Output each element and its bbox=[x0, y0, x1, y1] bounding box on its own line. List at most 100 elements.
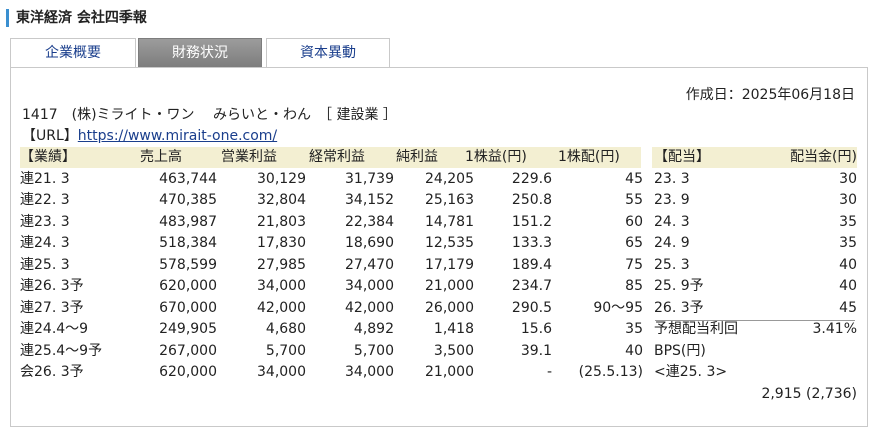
value-cell: 45 bbox=[625, 170, 643, 187]
created-date: 作成日：2025年06月18日 bbox=[685, 87, 855, 103]
value-cell: 35 bbox=[625, 321, 643, 337]
value-cell: 17,179 bbox=[425, 256, 474, 273]
table-row: 連25.4～9予 267,000 5,700 5,700 3,500 39.1 40 BPS(… bbox=[20, 341, 855, 362]
value-cell: 85 bbox=[625, 278, 643, 294]
value-cell: 4,680 bbox=[265, 321, 306, 337]
value-cell: 14,781 bbox=[425, 213, 474, 230]
period-cell: 連26. 3予 bbox=[20, 278, 84, 294]
value-cell: 133.3 bbox=[511, 235, 552, 251]
url-line: 【URL】https://www.mirait-one.com/ bbox=[22, 125, 277, 145]
performance-header-cell: 1株益(円) bbox=[465, 149, 527, 165]
value-cell: 290.5 bbox=[511, 299, 552, 316]
value-cell: 34,000 bbox=[345, 364, 394, 380]
value-cell: 24,205 bbox=[425, 170, 474, 187]
dividend-value-cell: 30 bbox=[839, 192, 857, 208]
value-cell: 39.1 bbox=[520, 342, 552, 359]
dividend-period-cell: 25. 3 bbox=[654, 256, 690, 273]
table-row: 連26. 3予 620,000 34,000 34,000 21,000 234.7 85 2… bbox=[20, 276, 857, 297]
period-cell: 会26. 3予 bbox=[20, 364, 84, 380]
tab-capital-changes[interactable]: 資本異動 bbox=[266, 38, 390, 67]
value-cell: 483,987 bbox=[159, 213, 217, 230]
bps-label: BPS(円) bbox=[654, 342, 706, 359]
dividend-period-cell: 24. 9 bbox=[654, 235, 690, 251]
value-cell: 151.2 bbox=[511, 213, 552, 230]
value-cell: 470,385 bbox=[159, 192, 217, 208]
table-row: 連25. 3 578,599 27,985 27,470 17,179 189.4 75 25… bbox=[20, 255, 857, 276]
value-cell: 3,500 bbox=[433, 342, 474, 359]
value-cell: 42,000 bbox=[345, 299, 394, 316]
performance-header-cell: 純利益 bbox=[396, 149, 438, 165]
value-cell: 578,599 bbox=[159, 256, 217, 273]
value-cell: 250.8 bbox=[511, 192, 552, 208]
value-cell: 34,000 bbox=[257, 278, 306, 294]
value-cell: 21,000 bbox=[425, 364, 474, 380]
tab-company-overview[interactable]: 企業概要 bbox=[10, 38, 136, 67]
table-row: 会26. 3予 620,000 34,000 34,000 21,000 - (25.5.1… bbox=[20, 362, 855, 383]
value-cell: - bbox=[546, 364, 552, 380]
performance-header-cell: 売上高 bbox=[140, 149, 182, 165]
value-cell: 1,418 bbox=[433, 321, 474, 337]
value-cell: 463,744 bbox=[159, 170, 217, 187]
dividend-period-cell: 24. 3 bbox=[654, 213, 690, 230]
period-cell: 連22. 3 bbox=[20, 192, 70, 208]
bps-period: <連25. 3> bbox=[654, 364, 728, 380]
value-cell: 55 bbox=[625, 192, 643, 208]
period-cell: 連24.4～9 bbox=[20, 321, 89, 337]
value-cell: 31,739 bbox=[345, 170, 394, 187]
value-cell: 34,000 bbox=[345, 278, 394, 294]
value-cell: 32,804 bbox=[257, 192, 306, 208]
company-url-link[interactable]: https://www.mirait-one.com/ bbox=[78, 128, 277, 144]
period-cell: 連25.4～9予 bbox=[20, 342, 103, 359]
dividend-value-cell: 40 bbox=[839, 278, 857, 294]
dividend-yield-value: 3.41% bbox=[812, 321, 857, 337]
tab-financial-status[interactable]: 財務状況 bbox=[138, 38, 262, 67]
company-info: 1417 (株)ミライト・ワン みらいと・わん ［ 建設業 ］ bbox=[22, 107, 397, 123]
dividend-separator bbox=[655, 320, 855, 321]
dividend-value-cell: 30 bbox=[839, 170, 857, 187]
period-cell: 連23. 3 bbox=[20, 213, 70, 230]
value-cell: 42,000 bbox=[257, 299, 306, 316]
value-cell: 12,535 bbox=[425, 235, 474, 251]
bps-value: 2,915 (2,736) bbox=[761, 385, 857, 402]
page-title: 東洋経済 会社四季報 bbox=[6, 9, 147, 27]
value-cell: 65 bbox=[625, 235, 643, 251]
performance-header-cell: 【業績】 bbox=[20, 149, 76, 165]
value-cell: 26,000 bbox=[425, 299, 474, 316]
value-cell: 15.6 bbox=[520, 321, 552, 337]
bps-value-row: 2,915 (2,736) bbox=[20, 384, 857, 405]
dividend-value-cell: 45 bbox=[839, 299, 857, 316]
value-cell: 189.4 bbox=[511, 256, 552, 273]
value-cell: 75 bbox=[625, 256, 643, 273]
value-cell: 27,470 bbox=[345, 256, 394, 273]
dividend-value-cell: 40 bbox=[839, 256, 857, 273]
value-cell: 21,803 bbox=[257, 213, 306, 230]
value-cell: 620,000 bbox=[159, 364, 217, 380]
value-cell: 34,000 bbox=[257, 364, 306, 380]
table-row: 連21. 3 463,744 30,129 31,739 24,205 229.6 45 23… bbox=[20, 169, 857, 190]
dividend-value-cell: 35 bbox=[839, 235, 857, 251]
value-cell: 234.7 bbox=[511, 278, 552, 294]
value-cell: (25.5.13) bbox=[578, 364, 643, 380]
period-cell: 連21. 3 bbox=[20, 170, 70, 187]
dividend-period-cell: 25. 9予 bbox=[654, 278, 704, 294]
dividend-header-cell: 【配当】 bbox=[654, 149, 710, 165]
table-row: 連23. 3 483,987 21,803 22,384 14,781 151.2 60 24… bbox=[20, 212, 857, 233]
value-cell: 5,700 bbox=[265, 342, 306, 359]
period-cell: 連24. 3 bbox=[20, 235, 70, 251]
value-cell: 620,000 bbox=[159, 278, 217, 294]
value-cell: 267,000 bbox=[159, 342, 217, 359]
value-cell: 34,152 bbox=[345, 192, 394, 208]
table-row: 連24. 3 518,384 17,830 18,690 12,535 133.3 65 24… bbox=[20, 233, 857, 254]
dividend-period-cell: 26. 3予 bbox=[654, 299, 704, 316]
value-cell: 18,690 bbox=[345, 235, 394, 251]
table-row: 連27. 3予 670,000 42,000 42,000 26,000 290.5 90～… bbox=[20, 298, 857, 319]
table-row: 連24.4～9 249,905 4,680 4,892 1,418 15.6 35 予想配当利… bbox=[20, 319, 857, 340]
value-cell: 22,384 bbox=[345, 213, 394, 230]
value-cell: 25,163 bbox=[425, 192, 474, 208]
performance-header-cell: 経常利益 bbox=[309, 149, 365, 165]
dividend-period-cell: 23. 9 bbox=[654, 192, 690, 208]
value-cell: 17,830 bbox=[257, 235, 306, 251]
table-row: 連22. 3 470,385 32,804 34,152 25,163 250.8 55 23… bbox=[20, 190, 857, 211]
dividend-yield-label: 予想配当利回 bbox=[654, 321, 738, 337]
performance-header-cell: 1株配(円) bbox=[558, 149, 620, 165]
